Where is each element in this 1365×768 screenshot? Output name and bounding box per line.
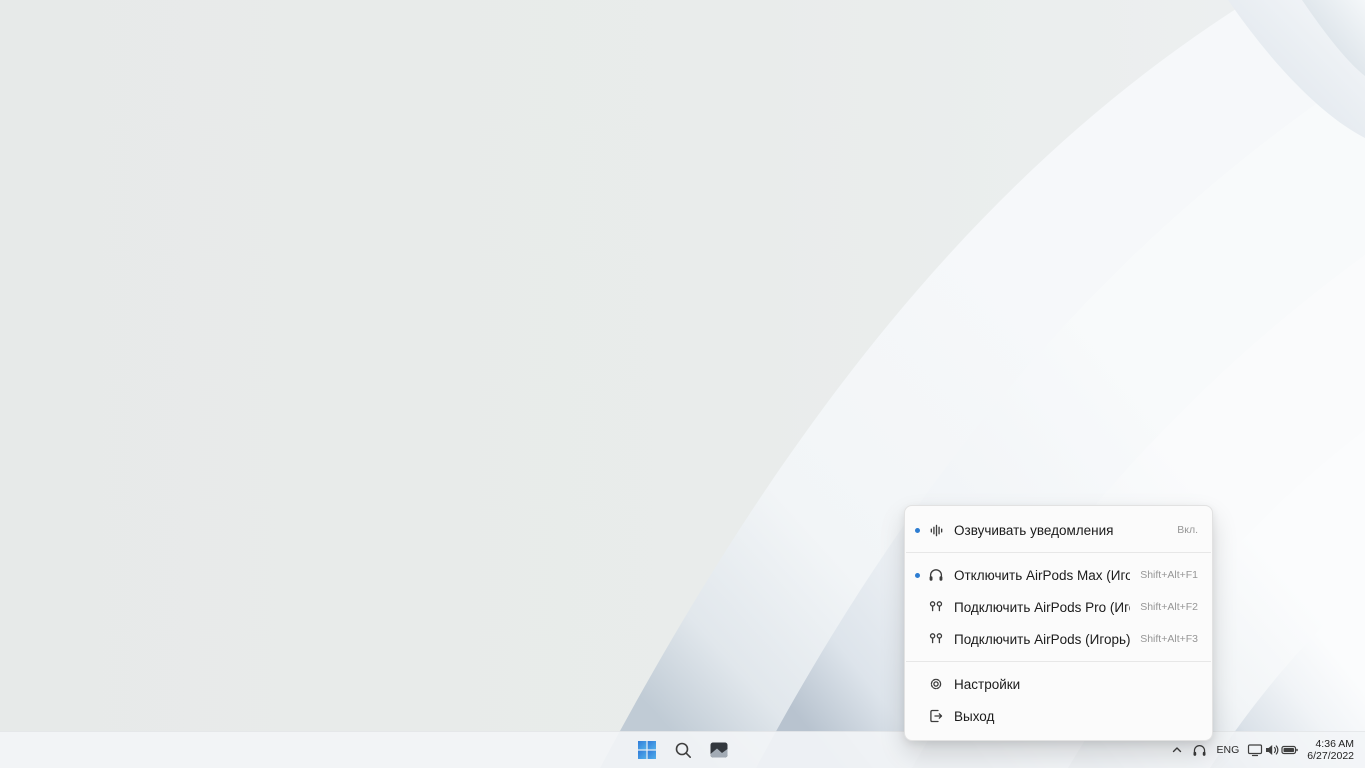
language-indicator[interactable]: ENG <box>1211 736 1246 764</box>
airpods-tray-menu: Озвучивать уведомления Вкл. Отключить Ai… <box>904 505 1213 741</box>
system-icons-group[interactable] <box>1245 736 1301 764</box>
headphones-icon <box>926 567 946 583</box>
menu-item-shortcut: Shift+Alt+F2 <box>1140 601 1198 613</box>
taskbar-center-icons <box>632 732 734 768</box>
menu-separator <box>906 552 1211 553</box>
menu-item-label: Выход <box>954 709 1198 724</box>
app-button[interactable] <box>704 735 734 765</box>
search-icon <box>673 740 693 760</box>
earbuds-icon <box>926 631 946 647</box>
waveform-icon <box>926 522 946 538</box>
menu-item-voice-notifications[interactable]: Озвучивать уведомления Вкл. <box>905 514 1212 546</box>
search-button[interactable] <box>668 735 698 765</box>
menu-item-label: Отключить AirPods Max (Игорь) <box>954 568 1130 583</box>
clock[interactable]: 4:36 AM 6/27/2022 <box>1301 736 1362 764</box>
clock-date: 6/27/2022 <box>1307 750 1354 763</box>
speaker-icon <box>1264 742 1280 758</box>
menu-item-label: Настройки <box>954 677 1198 692</box>
tray-headphones-icon <box>1192 743 1207 758</box>
menu-item-shortcut: Shift+Alt+F1 <box>1140 569 1198 581</box>
menu-item-state: Вкл. <box>1177 524 1198 536</box>
menu-item-connect-airpods-pro[interactable]: Подключить AirPods Pro (Иго... Shift+Alt… <box>905 591 1212 623</box>
menu-item-settings[interactable]: Настройки <box>905 668 1212 700</box>
gear-icon <box>926 676 946 692</box>
network-icon <box>1247 742 1263 758</box>
clock-time: 4:36 AM <box>1307 738 1354 751</box>
exit-icon <box>926 708 946 724</box>
menu-item-disconnect-airpods-max[interactable]: Отключить AirPods Max (Игорь) Shift+Alt+… <box>905 559 1212 591</box>
menu-item-label: Озвучивать уведомления <box>954 523 1167 538</box>
active-dot <box>915 528 926 533</box>
menu-separator <box>906 661 1211 662</box>
start-button[interactable] <box>632 735 662 765</box>
app-icon <box>709 740 729 760</box>
battery-icon <box>1281 742 1299 758</box>
menu-item-shortcut: Shift+Alt+F3 <box>1140 633 1198 645</box>
chevron-up-icon <box>1170 743 1184 757</box>
earbuds-icon <box>926 599 946 615</box>
menu-item-connect-airpods[interactable]: Подключить AirPods (Игорь) Shift+Alt+F3 <box>905 623 1212 655</box>
menu-item-exit[interactable]: Выход <box>905 700 1212 732</box>
menu-item-label: Подключить AirPods (Игорь) <box>954 632 1130 647</box>
menu-item-label: Подключить AirPods Pro (Иго... <box>954 600 1130 615</box>
windows-logo-icon <box>637 740 657 760</box>
active-dot <box>915 573 926 578</box>
